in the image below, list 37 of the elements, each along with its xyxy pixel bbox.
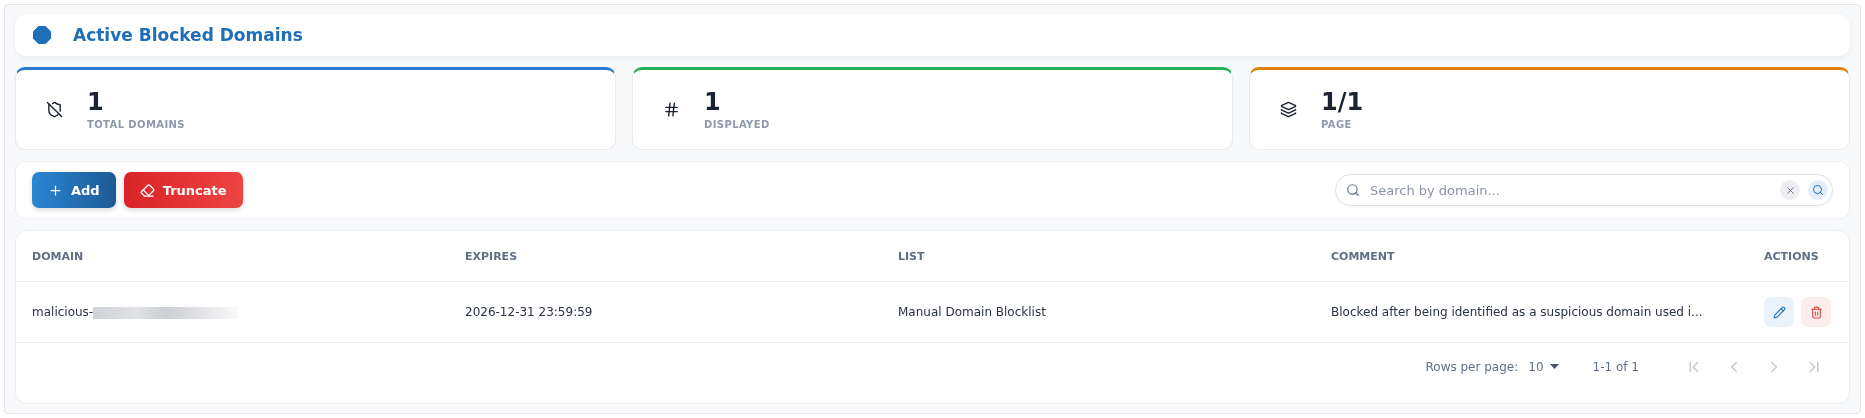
stat-label: DISPLAYED — [704, 119, 770, 131]
stat-value: 1 — [87, 88, 105, 116]
octagon-icon — [33, 26, 51, 44]
page-range: 1-1 of 1 — [1592, 359, 1639, 374]
edit-button[interactable] — [1764, 297, 1794, 327]
trash-icon — [1809, 305, 1823, 319]
column-header: DOMAIN — [32, 249, 85, 263]
column-header: COMMENT — [1331, 249, 1396, 263]
stat-label: TOTAL DOMAINS — [87, 119, 185, 131]
table-cell-text: Blocked after being identified as a suspicious domain used i... — [1331, 305, 1704, 319]
stat-label: PAGE — [1321, 119, 1353, 131]
table-cell-text: Manual Domain Blocklist — [898, 305, 1047, 319]
rows-per-page-select[interactable]: 10 — [1528, 359, 1559, 374]
pencil-icon — [1772, 305, 1786, 319]
eraser-icon — [139, 182, 155, 198]
clear-button[interactable] — [1780, 180, 1800, 200]
caret-icon — [1549, 364, 1559, 369]
table-cell: malicious- — [32, 305, 465, 319]
column-header: ACTIONS — [1764, 249, 1820, 263]
column-header: EXPIRES — [465, 249, 519, 263]
search-icon — [1346, 183, 1360, 197]
delete-button[interactable] — [1801, 297, 1831, 327]
shield-off-icon — [46, 101, 63, 118]
page-title: Active Blocked Domains — [73, 25, 303, 45]
table-cell-text: 2026-12-31 23:59:59 — [465, 305, 594, 319]
truncate-button[interactable]: Truncate — [123, 172, 243, 208]
close-icon — [1784, 184, 1796, 196]
search-button[interactable] — [1808, 180, 1828, 200]
column-header: LIST — [898, 249, 926, 263]
rows-per-page-label: Rows per page: — [1425, 359, 1519, 374]
add-button[interactable]: Add — [32, 172, 116, 208]
stat-value: 1 — [704, 88, 722, 116]
stat-value: 1/1 — [1321, 88, 1364, 116]
hash-icon — [663, 101, 680, 118]
plus-icon — [48, 182, 63, 198]
search-icon — [1812, 184, 1824, 196]
layers-icon — [1280, 101, 1297, 118]
